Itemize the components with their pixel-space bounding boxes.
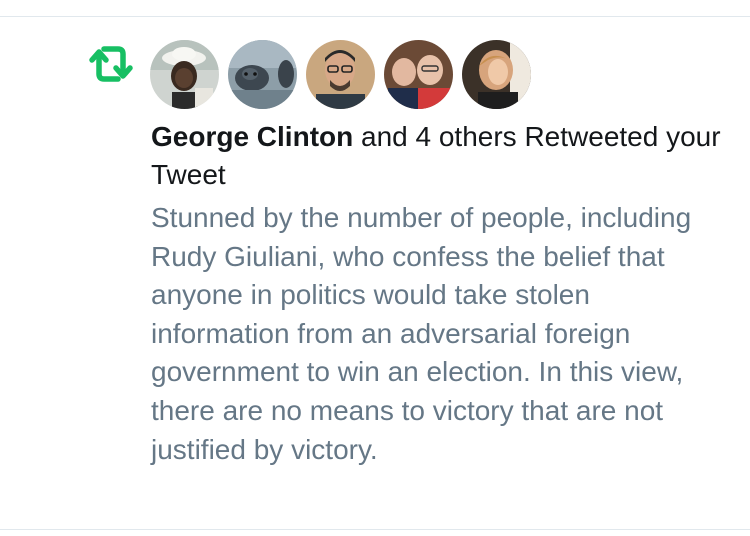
avatar[interactable] [384,40,453,109]
notification-text: George Clinton and 4 others Retweeted yo… [151,118,721,194]
avatar[interactable] [462,40,531,109]
bottom-divider [0,529,750,530]
retweeter-name[interactable]: George Clinton [151,121,353,152]
tweet-text[interactable]: Stunned by the number of people, includi… [151,199,721,469]
top-divider [0,16,750,17]
retweeter-avatars [150,40,531,110]
avatar[interactable] [306,40,375,109]
retweet-icon [89,46,133,82]
avatar[interactable] [228,40,297,109]
avatar[interactable] [150,40,219,109]
